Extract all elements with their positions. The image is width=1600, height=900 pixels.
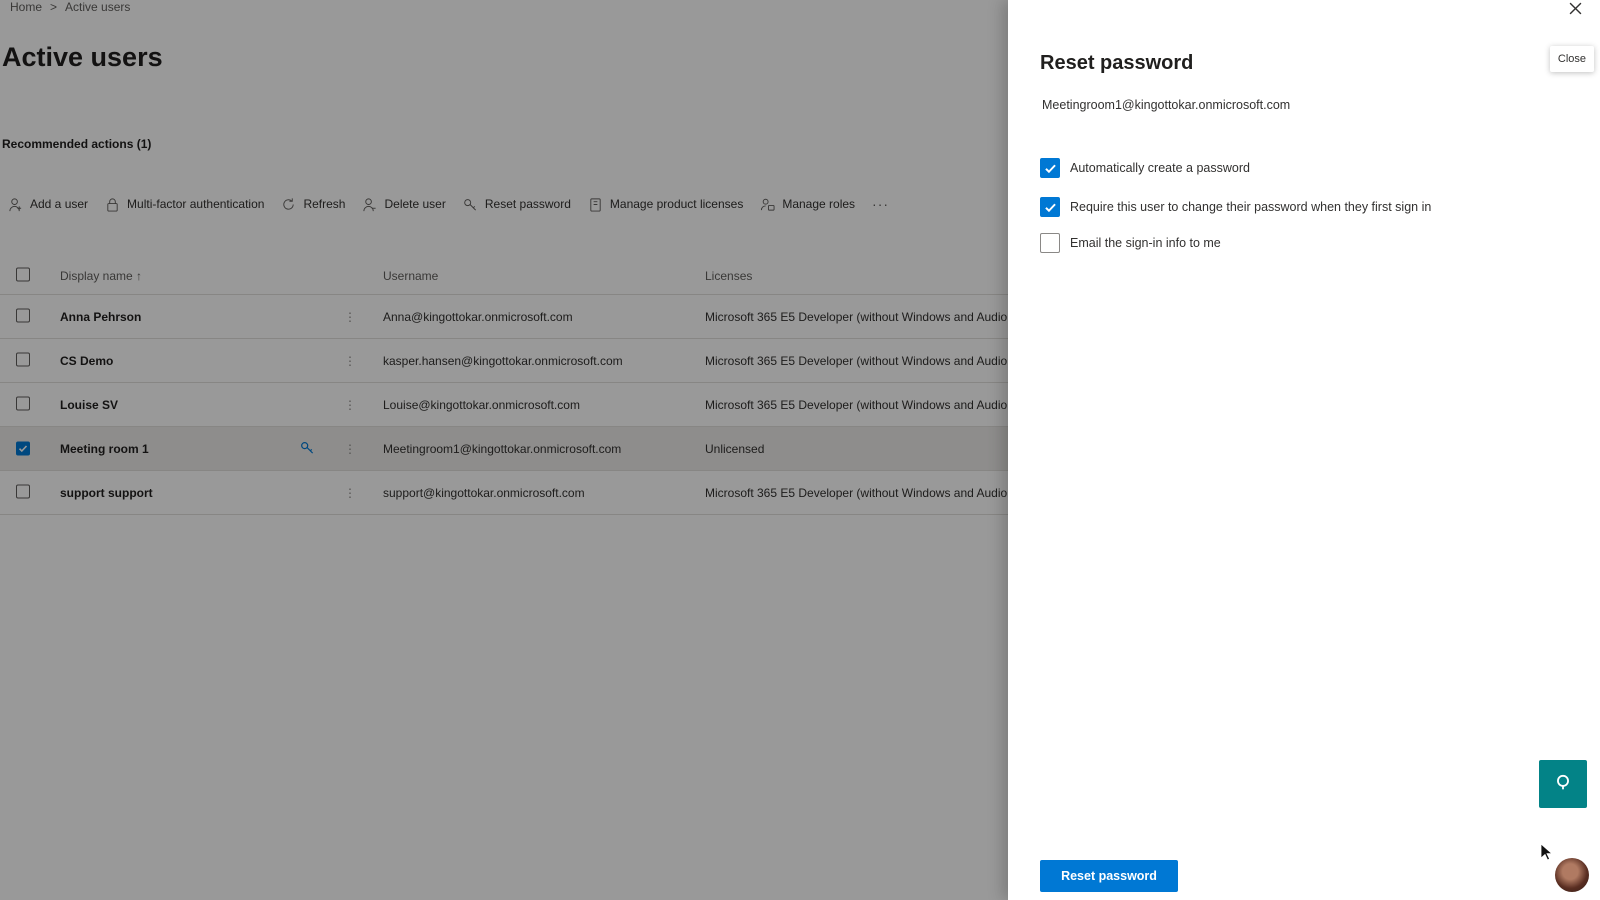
auto-create-password-label: Automatically create a password [1070, 161, 1250, 175]
require-change-option[interactable]: Require this user to change their passwo… [1040, 197, 1431, 217]
close-tooltip: Close [1549, 46, 1594, 72]
auto-create-password-checkbox[interactable] [1040, 158, 1060, 178]
mouse-cursor-icon [1540, 843, 1554, 866]
email-signin-option[interactable]: Email the sign-in info to me [1040, 233, 1221, 253]
modal-overlay[interactable] [0, 0, 1008, 900]
require-change-label: Require this user to change their passwo… [1070, 200, 1432, 214]
close-icon [1569, 2, 1582, 20]
auto-create-password-option[interactable]: Automatically create a password [1040, 158, 1250, 178]
close-button[interactable] [1562, 0, 1588, 22]
email-signin-checkbox[interactable] [1040, 233, 1060, 253]
help-icon [1554, 773, 1572, 796]
reset-password-button[interactable]: Reset password [1040, 860, 1178, 892]
help-button[interactable] [1539, 760, 1587, 808]
avatar[interactable] [1555, 858, 1589, 892]
reset-password-panel: Close Reset password Meetingroom1@kingot… [1008, 0, 1600, 900]
email-signin-label: Email the sign-in info to me [1070, 236, 1221, 250]
user-email: Meetingroom1@kingottokar.onmicrosoft.com [1042, 98, 1291, 112]
require-change-checkbox[interactable] [1040, 197, 1060, 217]
panel-title: Reset password [1040, 52, 1194, 74]
